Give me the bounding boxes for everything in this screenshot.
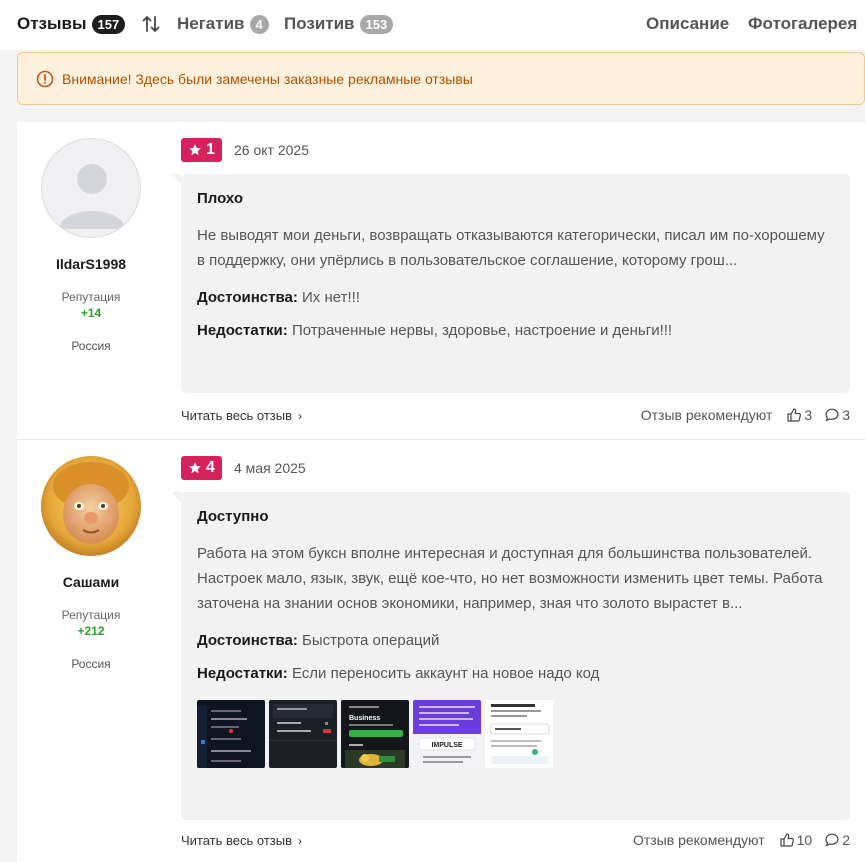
tab-negative[interactable]: Негатив 4 [177, 14, 269, 34]
tab-negative-label: Негатив [177, 14, 245, 33]
review-card: Сашами Репутация +212 Россия 4 4 мая 202… [17, 440, 865, 862]
review-photo-thumbnail[interactable]: Business [341, 700, 409, 768]
reputation-label: Репутация [61, 608, 121, 622]
rating-badge: 4 [181, 456, 222, 480]
tab-description[interactable]: Описание [646, 14, 729, 34]
review-photo-thumbnail[interactable] [269, 700, 337, 768]
tab-negative-count: 4 [249, 14, 269, 34]
tab-reviews[interactable]: Отзывы 157 [17, 14, 126, 34]
tab-positive-label: Позитив [284, 14, 355, 33]
author-name[interactable]: IldarS1998 [17, 256, 165, 272]
cons-text: Потраченные нервы, здоровье, настроение … [291, 322, 673, 339]
thumbs-up-icon[interactable] [779, 832, 795, 848]
review-photo-thumbnail[interactable] [197, 700, 265, 768]
review-photo-thumbnail[interactable]: IMPULSE [413, 700, 481, 768]
review-photos: Business IMPULSE [197, 700, 834, 768]
review-footer: Читать весь отзыв › Отзыв рекомендуют 3 3 [181, 405, 850, 425]
app-screenshot: IMPULSE [413, 700, 481, 768]
reputation-value: +14 [80, 306, 102, 320]
app-screenshot: Business [341, 700, 409, 768]
review-stats: Отзыв рекомендуют 3 3 [641, 407, 850, 423]
likes-count: 3 [804, 407, 813, 423]
star-icon [189, 462, 201, 474]
review-body: Доступно Работа на этом буксн вполне инт… [171, 492, 850, 820]
review-body: Плохо Не выводят мои деньги, возвращать … [171, 174, 850, 393]
sort-icon[interactable] [141, 14, 161, 34]
cons-label: Недостатки: [197, 322, 288, 339]
user-photo [41, 456, 141, 556]
default-user-icon [59, 164, 125, 229]
thumb-business-text: Business [349, 715, 380, 722]
likes-count: 10 [796, 832, 813, 848]
avatar[interactable] [41, 456, 141, 556]
review-date: 4 мая 2025 [234, 460, 306, 476]
rating-badge: 1 [181, 138, 222, 162]
pros-label: Достоинства: [197, 289, 298, 306]
comments-count: 2 [842, 832, 850, 848]
app-screenshot [269, 700, 337, 768]
cons-text: Если переносить аккаунт на новое надо ко… [291, 665, 600, 682]
recommend-label: Отзыв рекомендуют [640, 407, 773, 423]
author-name[interactable]: Сашами [17, 574, 165, 590]
advertising-warning: Внимание! Здесь были замечены заказные р… [17, 52, 865, 105]
comments-count: 3 [842, 407, 850, 423]
review-text: Работа на этом буксн вполне интересная и… [197, 545, 823, 612]
warning-icon [36, 70, 54, 87]
pros-label: Достоинства: [197, 632, 298, 649]
cons-label: Недостатки: [197, 665, 288, 682]
thumb-impulse-text: IMPULSE [431, 742, 462, 749]
review-text: Не выводят мои деньги, возвращать отказы… [197, 227, 825, 269]
star-icon [189, 144, 201, 156]
review-photo-thumbnail[interactable] [485, 700, 553, 768]
rating-value: 1 [206, 141, 215, 158]
review-title: Плохо [197, 190, 244, 207]
read-more-label: Читать весь отзыв [181, 407, 293, 423]
review-title: Доступно [197, 508, 269, 525]
app-screenshot [197, 700, 265, 768]
reputation-label: Репутация [61, 290, 121, 304]
avatar[interactable] [41, 138, 141, 238]
review-pros: Достоинства: Быстрота операций [197, 632, 834, 649]
app-screenshot [485, 700, 553, 768]
tab-positive-count: 153 [359, 14, 394, 34]
reviews-tab-bar: Отзывы 157 Негатив 4 Позитив 153 Описани… [0, 0, 865, 50]
review-cons: Недостатки: Потраченные нервы, здоровье,… [197, 322, 834, 339]
review-card: IldarS1998 Репутация +14 Россия 1 26 окт… [17, 122, 865, 439]
review-author: Сашами Репутация +212 Россия [17, 440, 165, 671]
recommend-label: Отзыв рекомендуют [632, 832, 765, 848]
tab-reviews-count: 157 [91, 14, 126, 34]
read-full-review-link[interactable]: Читать весь отзыв › [181, 833, 302, 848]
comment-icon[interactable] [824, 832, 840, 848]
read-more-label: Читать весь отзыв [181, 832, 293, 848]
reputation-value: +212 [77, 624, 105, 638]
review-pros: Достоинства: Их нет!!! [197, 289, 834, 306]
review-rating: 1 26 окт 2025 [181, 138, 309, 162]
author-country: Россия [71, 339, 111, 353]
review-author: IldarS1998 Репутация +14 Россия [17, 122, 165, 353]
tab-gallery[interactable]: Фотогалерея [748, 14, 857, 34]
tab-positive[interactable]: Позитив 153 [284, 14, 394, 34]
rating-value: 4 [206, 459, 215, 476]
chevron-right-icon: › [298, 408, 303, 423]
review-footer: Читать весь отзыв › Отзыв рекомендуют 10 … [181, 830, 850, 850]
comment-icon[interactable] [824, 407, 840, 423]
pros-text: Их нет!!! [302, 289, 360, 306]
author-country: Россия [71, 657, 111, 671]
read-full-review-link[interactable]: Читать весь отзыв › [181, 408, 302, 423]
review-stats: Отзыв рекомендуют 10 2 [633, 832, 850, 848]
pros-text: Быстрота операций [302, 632, 440, 649]
review-rating: 4 4 мая 2025 [181, 456, 306, 480]
thumbs-up-icon[interactable] [786, 407, 802, 423]
review-cons: Недостатки: Если переносить аккаунт на н… [197, 665, 834, 682]
review-date: 26 окт 2025 [234, 142, 309, 158]
warning-text: Внимание! Здесь были замечены заказные р… [62, 70, 473, 87]
chevron-right-icon: › [298, 833, 303, 848]
tab-reviews-label: Отзывы [17, 14, 87, 33]
